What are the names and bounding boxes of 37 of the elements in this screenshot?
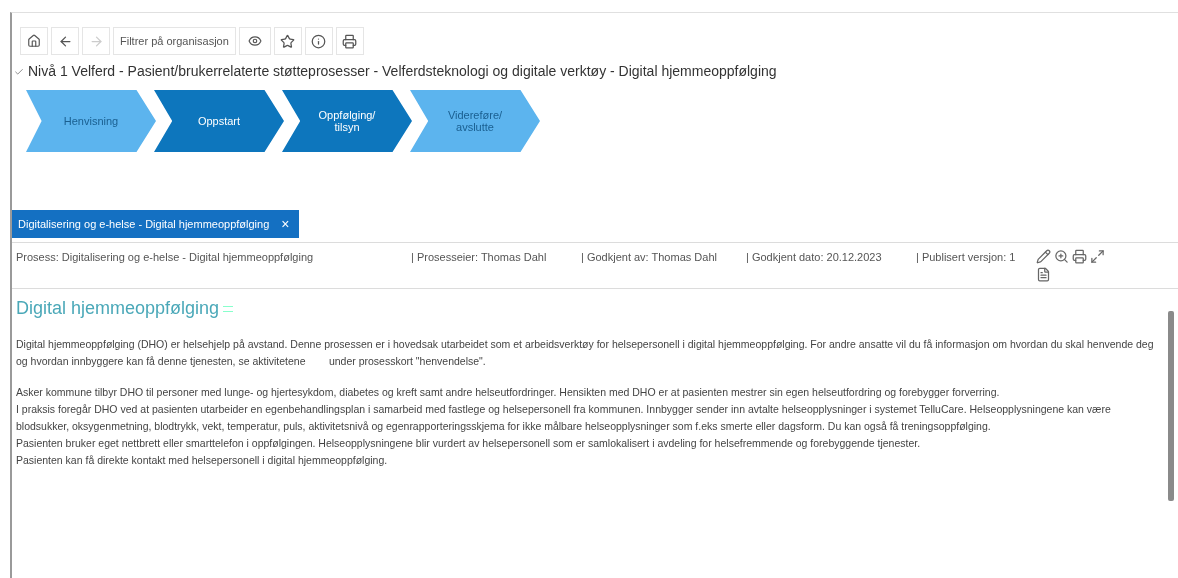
process-step[interactable]: Oppstart xyxy=(154,90,284,152)
home-button[interactable] xyxy=(20,27,48,55)
body-paragraph: Digital hjemmeoppfølging (DHO) er helsehjelp på avstand. Denne prosessen er i hovedsak utarbeidet som et arbeidsverktøy for helsepersonell i digital hjemmeoppfølging. For andre ansatte vil du få informasjon om hvordan du skal henvende deg og hvordan innbyggere kan få denne tjenesten, se aktivitetene under prosesskort "henvendelse". xyxy=(16,337,1155,369)
back-button[interactable] xyxy=(51,27,79,55)
check-icon xyxy=(14,66,24,77)
close-button[interactable]: × xyxy=(281,213,290,235)
approved-date: | Godkjent dato: 20.12.2023 xyxy=(746,250,883,265)
home-icon xyxy=(27,34,41,48)
process-owner: | Prosesseier: Thomas Dahl xyxy=(411,250,548,265)
tab-label: Digitalisering og e-helse - Digital hjemmeoppfølging xyxy=(18,216,270,232)
page-heading: Digital hjemmeoppfølging xyxy=(16,297,220,320)
approved-by: | Godkjent av: Thomas Dahl xyxy=(581,250,718,265)
zoom-icon[interactable] xyxy=(1054,249,1069,264)
body-paragraph: Asker kommune tilbyr DHO til personer med lunge- og hjertesykdom, diabetes og kreft samt andre helseutfordringer. Hensikten med DHO er at pasienten mestrer sin egen helseutfordring og forebygger forverring. I praksis foregår DHO ved at pasienten utarbeider en egenbehandlingsplan i samarbeid med fastlege og helsepersonell fra kommunen. Innbygger sender inn avtalte helseopplysninger i systemet TelluCare. Helseopplysningene kan være blodsukker, oksygenmetning, blodtrykk, vekt, temperatur, puls, aktivitetsnivå og egenrapporteringsskjema for ikke målbare helseopplysninger som f.eks smerte eller dagsform. Du kan også få treningsoppfølging. Pasienten bruker eget nettbrett eller smarttelefon i oppfølgingen. Helseopplysningene blir vurdert av helsepersonell som er samlokalisert i avdeling for helsefremmende og forebyggende tjenester. Pasienten kan få direkte kontakt med helsepersonell i digital hjemmeoppfølging. xyxy=(16,385,1112,468)
info-icon xyxy=(311,33,327,49)
process-step[interactable]: Videreføre/ avslutte xyxy=(410,90,540,152)
favorite-button[interactable] xyxy=(273,27,302,55)
published-version: | Publisert versjon: 1 xyxy=(916,250,1017,265)
print-icon[interactable] xyxy=(1072,249,1087,264)
edit-icon[interactable] xyxy=(1036,249,1051,264)
document-icon[interactable] xyxy=(1036,267,1051,282)
document-tab[interactable]: Digitalisering og e-helse - Digital hjemmeoppfølging × xyxy=(12,210,300,238)
breadcrumb: Nivå 1 Velferd - Pasient/brukerrelaterte støtteprosesser - Velferdsteknologi og digitale verktøy - Digital hjemmeoppfølging xyxy=(28,62,777,81)
info-button[interactable] xyxy=(304,27,333,55)
star-icon xyxy=(280,33,296,49)
eye-icon xyxy=(247,34,262,48)
forward-icon xyxy=(88,33,104,49)
list-icon xyxy=(223,305,234,312)
expand-icon[interactable] xyxy=(1090,249,1105,264)
process-step[interactable]: Oppfølging/ tilsyn xyxy=(282,90,412,152)
print-icon xyxy=(342,33,358,49)
process-step[interactable]: Henvisning xyxy=(26,90,156,152)
view-button[interactable] xyxy=(238,27,271,55)
print-button[interactable] xyxy=(335,27,364,55)
back-icon xyxy=(57,33,73,49)
process-name: Prosess: Digitalisering og e-helse - Digital hjemmeoppfølging xyxy=(16,250,315,265)
filter-button[interactable]: Filtrer på organisasjon xyxy=(113,27,236,55)
